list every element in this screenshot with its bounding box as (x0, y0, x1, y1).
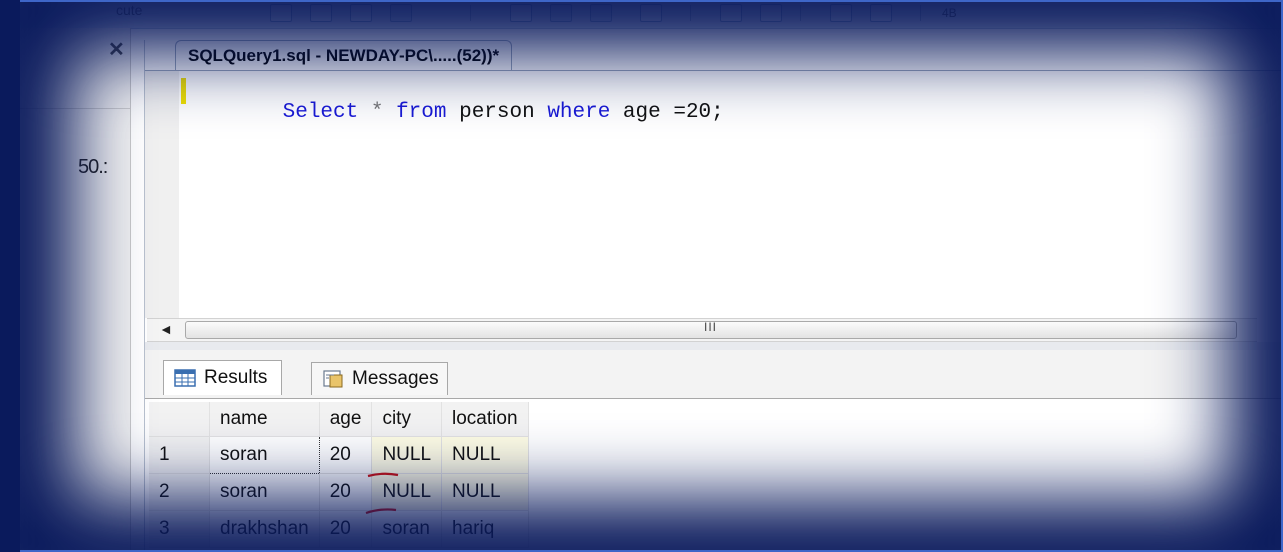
cell-name[interactable]: drakhshan (209, 510, 320, 548)
toolbar-button[interactable] (350, 4, 372, 22)
row-number[interactable]: 1 (149, 436, 210, 474)
toolbar-zoom-label: 4B (942, 6, 957, 20)
close-icon[interactable]: ✕ (108, 40, 125, 60)
pane-divider (20, 108, 130, 109)
sql-keyword: Select (282, 101, 359, 124)
cell-name[interactable]: soran (209, 436, 320, 474)
tab-strip-border (145, 70, 1283, 71)
change-indicator (181, 78, 186, 104)
tab-title: SQLQuery1.sql - NEWDAY-PC\.....(52))* (188, 46, 500, 65)
cell-city[interactable]: NULL (371, 436, 443, 474)
sql-identifier: age =20; (610, 101, 724, 124)
toolbar-button[interactable] (590, 4, 612, 22)
toolbar-button[interactable] (640, 4, 662, 22)
scroll-grip-icon: III (704, 320, 718, 334)
grid-header-row: name age city location (149, 402, 529, 437)
table-row[interactable]: 2 soran 20 NULL NULL (149, 473, 529, 511)
tab-sqlquery1[interactable]: SQLQuery1.sql - NEWDAY-PC\.....(52))* (175, 40, 513, 71)
cell-city[interactable]: NULL (371, 473, 443, 511)
cell-location[interactable]: NULL (441, 436, 529, 474)
grid-icon (174, 369, 196, 387)
column-header[interactable]: location (441, 402, 529, 437)
toolbar-button[interactable] (510, 4, 532, 22)
cell-age[interactable]: 20 (319, 510, 373, 548)
execute-button-partial[interactable]: cute (116, 2, 142, 18)
pane-splitter[interactable] (145, 342, 1283, 350)
editor-gutter (145, 71, 179, 318)
toolbar-button[interactable] (270, 4, 292, 22)
sql-identifier: person (446, 101, 548, 124)
toolbar-button[interactable] (310, 4, 332, 22)
toolbar-separator (800, 5, 801, 21)
sql-operator: * (358, 101, 397, 124)
cell-city[interactable]: soran (371, 510, 443, 548)
row-number-header (149, 402, 210, 437)
row-number[interactable]: 3 (149, 510, 210, 548)
ssms-window: cute 4B 50.: ✕ SQLQuery1.sql - NEWDAY-PC… (20, 0, 1283, 552)
toolbar-button[interactable] (870, 4, 892, 22)
sql-code-line[interactable]: Select * from person where age =20; (207, 78, 724, 147)
tab-results[interactable]: Results (163, 360, 283, 395)
tab-messages[interactable]: Messages (311, 362, 448, 395)
scroll-thumb[interactable]: III (185, 320, 1237, 339)
row-number[interactable]: 2 (149, 473, 210, 511)
red-underline-annotation (365, 508, 397, 514)
toolbar-button[interactable] (760, 4, 782, 22)
sql-keyword: from (396, 101, 447, 124)
toolbar-separator (920, 5, 921, 21)
table-row[interactable]: 3 drakhshan 20 soran hariq (149, 510, 529, 548)
object-explorer-pane: 50.: (20, 28, 131, 552)
toolbar-button[interactable] (830, 4, 852, 22)
cell-age[interactable]: 20 (319, 473, 373, 511)
cell-name[interactable]: soran (209, 473, 320, 511)
toolbar-button[interactable] (390, 4, 412, 22)
server-node-partial[interactable]: 50.: (78, 156, 108, 179)
messages-icon (323, 370, 343, 388)
cell-age[interactable]: 20 (319, 436, 373, 474)
results-grid[interactable]: name age city location 1 soran 20 NULL N… (149, 402, 529, 548)
toolbar-separator (470, 5, 471, 21)
toolbar-button[interactable] (550, 4, 572, 22)
column-header[interactable]: city (371, 402, 443, 437)
column-header[interactable]: age (319, 402, 373, 437)
toolbar-button[interactable] (720, 4, 742, 22)
tab-messages-label: Messages (352, 368, 439, 389)
toolbar: cute 4B (20, 0, 1283, 29)
scroll-left-icon[interactable]: ◄ (159, 321, 173, 337)
table-row[interactable]: 1 soran 20 NULL NULL (149, 436, 529, 474)
horizontal-scrollbar[interactable]: ◄ III (147, 318, 1257, 342)
column-header[interactable]: name (209, 402, 320, 437)
tab-results-label: Results (204, 367, 268, 388)
sql-keyword: where (547, 101, 611, 124)
results-tab-strip: Results Messages (145, 350, 1283, 399)
query-editor: SQLQuery1.sql - NEWDAY-PC\.....(52))* Se… (144, 40, 1283, 552)
cell-location[interactable]: NULL (441, 473, 529, 511)
cell-location[interactable]: hariq (441, 510, 529, 548)
toolbar-separator (690, 5, 691, 21)
red-underline-annotation (367, 472, 399, 478)
